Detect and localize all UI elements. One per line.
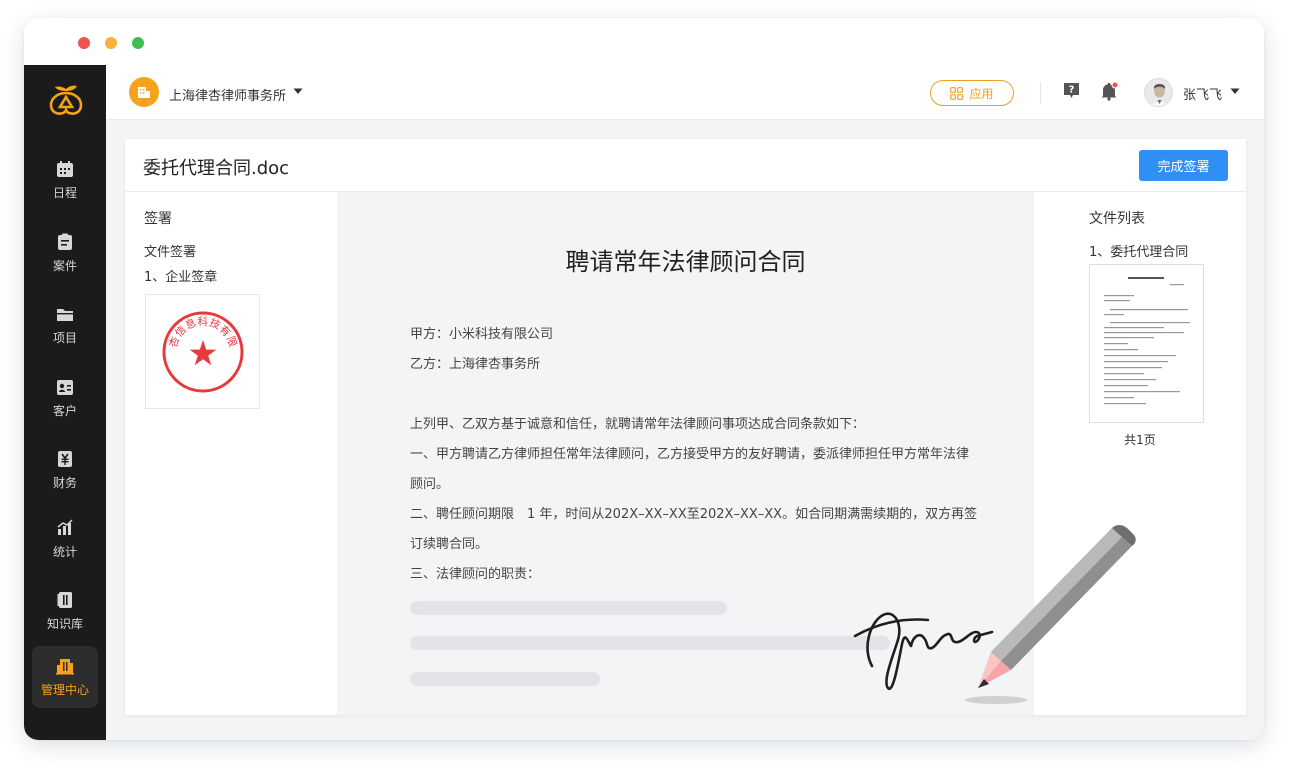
- loading-placeholder: [410, 636, 890, 650]
- company-seal-card[interactable]: 上海杏信息科技有限公司: [145, 294, 260, 409]
- divider: [1040, 82, 1041, 104]
- loading-placeholder: [410, 672, 600, 686]
- contract-paragraph: 三、法律顾问的职责：: [410, 567, 541, 582]
- contract-paragraph: 一、甲方聘请乙方律师担任常年法律顾问，乙方接受甲方的友好聘请，委派律师担任甲方常…: [410, 447, 970, 462]
- sidebar-item-admin[interactable]: 管理中心: [32, 646, 98, 708]
- sidebar-item-label: 案件: [52, 258, 77, 273]
- close-window-button[interactable]: [78, 37, 90, 49]
- maximize-window-button[interactable]: [132, 37, 144, 49]
- case-icon: [58, 233, 72, 250]
- apps-button[interactable]: 应用: [930, 80, 1014, 106]
- document-thumbnail-preview: [1104, 277, 1190, 405]
- help-icon[interactable]: ?: [1063, 82, 1080, 99]
- building-icon: [56, 658, 74, 674]
- sign-option-company-seal[interactable]: 1、企业签章: [144, 266, 217, 285]
- calendar-icon: [57, 160, 73, 177]
- client-icon: [57, 379, 73, 395]
- company-seal: 上海杏信息科技有限公司: [161, 310, 243, 392]
- sidebar-item-label: 客户: [52, 403, 77, 418]
- sidebar-item-label: 日程: [52, 185, 77, 200]
- page-count: 共1页: [1124, 433, 1156, 447]
- contract-paragraph: 订续聘合同。: [410, 537, 489, 552]
- document-thumbnail[interactable]: [1089, 264, 1204, 423]
- top-bar: 上海律杏律师事务所 应用 ? 张飞飞: [106, 65, 1264, 120]
- caret-down-icon[interactable]: [293, 88, 303, 95]
- sidebar-item-label: 项目: [52, 330, 77, 345]
- sidebar-item-clients[interactable]: 客户: [32, 367, 98, 429]
- finish-signing-button[interactable]: 完成签署: [1139, 150, 1228, 181]
- sign-panel: 签署 文件签署 1、企业签章 上海杏信息科技有限公司: [125, 192, 337, 715]
- document-file-name: 委托代理合同.doc: [143, 158, 290, 179]
- contract-title: 聘请常年法律顾问合同: [565, 248, 806, 276]
- contract-party-b: 乙方：上海律杏事务所: [410, 357, 541, 372]
- folder-icon: [57, 308, 73, 321]
- title-bar: [24, 18, 1264, 65]
- book-icon: [57, 591, 72, 608]
- finance-icon: [58, 450, 72, 467]
- pen-signature-illustration: [853, 525, 1136, 704]
- sidebar-item-schedule[interactable]: 日程: [32, 149, 98, 211]
- svg-text:?: ?: [1069, 85, 1075, 96]
- sidebar-item-label: 管理中心: [40, 682, 89, 697]
- sidebar-item-label: 统计: [52, 544, 77, 559]
- sidebar-item-finance[interactable]: 财务: [32, 439, 98, 501]
- logo-icon: [49, 85, 83, 115]
- sidebar-item-statistics[interactable]: 统计: [32, 508, 98, 570]
- caret-down-icon[interactable]: [1230, 88, 1240, 95]
- sidebar: 日程 案件 项目 客户 财务 统计 知识库 管理中心: [24, 65, 106, 740]
- minimize-window-button[interactable]: [105, 37, 117, 49]
- sidebar-item-label: 知识库: [46, 616, 83, 631]
- org-switcher[interactable]: 上海律杏律师事务所: [169, 85, 286, 104]
- sidebar-item-label: 财务: [52, 475, 77, 490]
- sign-panel-subheading: 文件签署: [144, 245, 197, 260]
- file-list-heading: 文件列表: [1089, 211, 1145, 227]
- sidebar-item-knowledge[interactable]: 知识库: [32, 580, 98, 642]
- contract-paragraph: 顾问。: [410, 477, 450, 492]
- user-avatar-icon: [1145, 79, 1172, 106]
- apps-label: 应用: [969, 86, 994, 101]
- document-header: 委托代理合同.doc 完成签署: [125, 139, 1246, 192]
- sign-panel-heading: 签署: [144, 211, 172, 227]
- loading-placeholder: [410, 601, 727, 615]
- contract-party-a: 甲方：小米科技有限公司: [410, 327, 554, 342]
- chart-icon: [57, 518, 73, 535]
- building-icon: [138, 87, 150, 98]
- org-avatar[interactable]: [129, 77, 159, 107]
- file-list-item[interactable]: 1、委托代理合同: [1089, 241, 1188, 260]
- contract-paragraph: 上列甲、乙双方基于诚意和信任，就聘请常年法律顾问事项达成合同条款如下：: [410, 417, 866, 432]
- user-avatar[interactable]: [1144, 78, 1173, 107]
- grid-icon: [950, 86, 964, 100]
- user-menu[interactable]: 张飞飞: [1183, 84, 1222, 103]
- notification-bell-icon[interactable]: [1099, 81, 1119, 101]
- sidebar-item-cases[interactable]: 案件: [32, 222, 98, 284]
- sidebar-item-projects[interactable]: 项目: [32, 294, 98, 356]
